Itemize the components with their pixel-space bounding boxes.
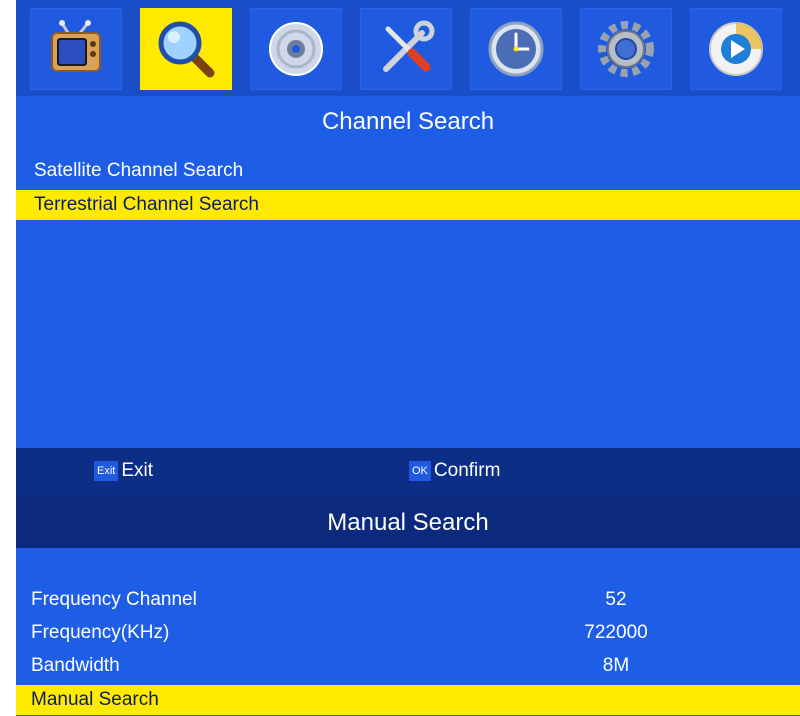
confirm-hint[interactable]: OK Confirm	[409, 460, 500, 482]
tv-icon	[51, 20, 101, 72]
tab-time[interactable]	[470, 8, 562, 90]
manual-search-header: Manual Search	[16, 496, 800, 548]
tab-tv[interactable]	[30, 8, 122, 90]
frequency-khz-label: Frequency(KHz)	[31, 622, 170, 643]
tab-media[interactable]	[250, 8, 342, 90]
clock-icon	[488, 21, 544, 77]
tab-tools[interactable]	[360, 8, 452, 90]
main-menu-bar	[16, 0, 800, 96]
ok-key-icon: OK	[409, 461, 431, 481]
play-icon	[709, 22, 763, 76]
channel-search-title: Channel Search	[321, 108, 495, 135]
tab-search[interactable]	[140, 8, 232, 90]
frequency-khz-row[interactable]: Frequency(KHz) 722000	[16, 617, 800, 649]
manual-search-title: Manual Search	[327, 509, 489, 536]
frequency-khz-value: 722000	[584, 622, 648, 643]
manual-search-button[interactable]: Manual Search	[16, 685, 800, 715]
frequency-channel-value: 52	[605, 589, 627, 610]
bandwidth-row[interactable]: Bandwidth 8M	[16, 650, 800, 682]
satellite-channel-search-item[interactable]: Satellite Channel Search	[16, 156, 800, 186]
terrestrial-channel-search-item[interactable]: Terrestrial Channel Search	[16, 190, 800, 220]
exit-key-icon: Exit	[94, 461, 119, 481]
manual-search-params: Frequency Channel 52 Frequency(KHz) 7220…	[16, 548, 800, 716]
confirm-label: Confirm	[433, 460, 501, 481]
tools-icon	[383, 20, 435, 72]
exit-label: Exit	[121, 460, 154, 481]
bandwidth-label: Bandwidth	[31, 655, 120, 676]
frequency-channel-label: Frequency Channel	[31, 589, 197, 610]
channel-search-panel: Channel Search Satellite Channel Search …	[16, 96, 800, 448]
magnifier-icon	[158, 21, 215, 78]
frequency-channel-row[interactable]: Frequency Channel 52	[16, 584, 800, 616]
disc-icon	[269, 22, 323, 76]
key-hint-bar: Exit Exit OK Confirm	[16, 448, 800, 496]
exit-hint[interactable]: Exit Exit	[94, 460, 153, 482]
tab-settings[interactable]	[580, 8, 672, 90]
tab-player[interactable]	[690, 8, 782, 90]
manual-search-label: Manual Search	[31, 689, 159, 710]
bandwidth-value: 8M	[602, 655, 630, 676]
gear-icon	[598, 21, 654, 77]
